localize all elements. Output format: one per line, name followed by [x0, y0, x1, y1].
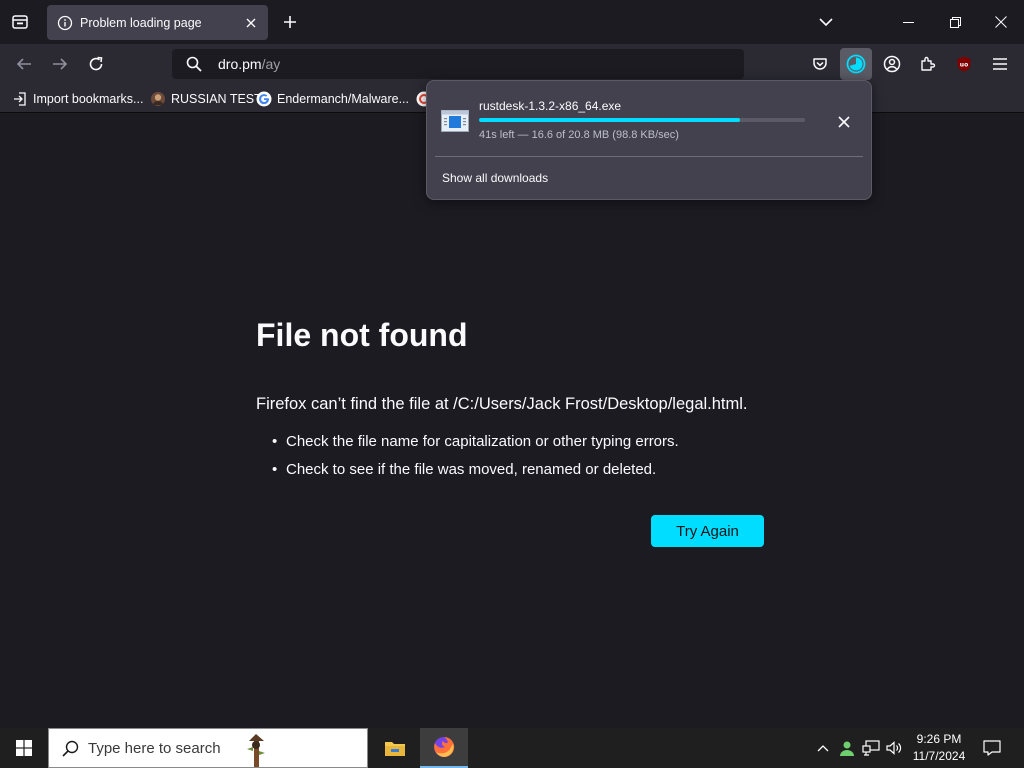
people-icon [840, 741, 854, 756]
close-icon [995, 16, 1007, 28]
notification-icon [983, 740, 1001, 756]
restore-icon [949, 16, 961, 28]
svg-text:uo: uo [960, 62, 968, 69]
chevron-up-icon [817, 745, 829, 752]
error-page: File not found Firefox can’t find the fi… [0, 114, 1024, 728]
list-item: Check the file name for capitalization o… [272, 432, 679, 460]
bookmark-russian-test[interactable]: RUSSIAN TEST [150, 89, 262, 109]
download-filename[interactable]: rustdesk-1.3.2-x86_64.exe [479, 99, 621, 113]
close-icon [838, 116, 850, 128]
site-favicon-icon [150, 91, 166, 107]
network-tray-button[interactable] [861, 728, 881, 768]
account-button[interactable] [876, 48, 908, 80]
downloads-button[interactable] [840, 48, 872, 80]
download-progress-fill [479, 118, 740, 122]
error-description: Firefox can’t find the file at /C:/Users… [256, 395, 748, 413]
puzzle-icon [921, 56, 936, 71]
navigation-toolbar: dro.pm/ay uo [0, 44, 1024, 84]
download-status: 41s left — 16.6 of 20.8 MB (98.8 KB/sec) [479, 129, 679, 141]
chevron-down-icon [819, 18, 833, 27]
search-placeholder: Type here to search [88, 739, 221, 757]
bookmark-endermanch-malware[interactable]: Endermanch/Malware... [256, 89, 409, 109]
address-bar[interactable]: dro.pm/ay [172, 49, 744, 79]
error-title: File not found [256, 317, 468, 353]
reload-icon [89, 56, 103, 71]
exe-file-icon [441, 110, 469, 132]
download-progress-bar [479, 118, 805, 122]
ublock-origin-icon: uo [957, 56, 971, 72]
start-button[interactable] [0, 728, 48, 768]
speaker-icon [886, 741, 902, 755]
new-tab-button[interactable] [276, 8, 304, 36]
people-tray-button[interactable] [836, 728, 858, 768]
taskbar-clock[interactable]: 9:26 PM 11/7/2024 [905, 731, 973, 765]
url-text: dro.pm/ay [218, 56, 280, 72]
info-icon [57, 15, 73, 31]
close-window-button[interactable] [978, 0, 1024, 44]
bookmark-import[interactable]: Import bookmarks... [12, 89, 143, 109]
arrow-right-icon [53, 58, 68, 70]
arrow-left-icon [16, 58, 31, 70]
show-hidden-icons-button[interactable] [814, 728, 832, 768]
network-icon [862, 740, 880, 756]
extensions-button[interactable] [912, 48, 944, 80]
bookmark-label: Endermanch/Malware... [277, 92, 410, 106]
search-icon [61, 739, 79, 757]
bookmark-label: RUSSIAN TEST [171, 92, 262, 106]
search-highlight-illustration-icon [247, 734, 265, 767]
pocket-button[interactable] [804, 48, 836, 80]
ublock-origin-button[interactable]: uo [948, 48, 980, 80]
taskbar-search-box[interactable]: Type here to search [48, 728, 368, 768]
close-tab-icon[interactable] [242, 14, 260, 32]
volume-tray-button[interactable] [884, 728, 904, 768]
url-host: dro.pm [218, 56, 262, 72]
firefox-icon [434, 736, 455, 757]
search-icon [185, 55, 203, 73]
tab-problem-loading-page[interactable]: Problem loading page [47, 5, 268, 40]
minimize-icon [902, 21, 914, 23]
cancel-download-button[interactable] [830, 108, 858, 136]
restore-button[interactable] [932, 0, 978, 44]
clock-date: 11/7/2024 [912, 749, 966, 763]
browser-window: Problem loading page dro.pm/ay uo Import… [0, 0, 1024, 768]
plus-icon [284, 16, 296, 28]
pocket-icon [813, 58, 827, 70]
hamburger-menu-icon [993, 58, 1007, 70]
firefox-view-button[interactable] [4, 6, 36, 38]
download-progress-icon [846, 54, 866, 74]
show-all-downloads-button[interactable]: Show all downloads [442, 171, 548, 185]
bookmark-label: Import bookmarks... [33, 92, 144, 106]
url-path: /ay [261, 56, 281, 72]
downloads-panel: rustdesk-1.3.2-x86_64.exe 41s left — 16.… [426, 80, 872, 200]
google-icon [256, 91, 272, 107]
account-icon [883, 55, 901, 73]
forward-button[interactable] [44, 48, 76, 80]
error-suggestions: Check the file name for capitalization o… [272, 432, 679, 488]
firefox-view-icon [12, 15, 28, 29]
clock-time: 9:26 PM [916, 732, 962, 746]
tab-strip: Problem loading page [0, 0, 1024, 44]
file-explorer-button[interactable] [372, 728, 418, 768]
back-button[interactable] [8, 48, 40, 80]
taskbar: Type here to search 9:26 PM 11/7/2024 [0, 728, 1024, 768]
list-item: Check to see if the file was moved, rena… [272, 460, 679, 488]
reload-button[interactable] [80, 48, 112, 80]
minimize-button[interactable] [885, 0, 931, 44]
tab-title: Problem loading page [80, 15, 202, 30]
application-menu-button[interactable] [984, 48, 1016, 80]
separator [435, 156, 863, 157]
list-all-tabs-button[interactable] [812, 8, 840, 36]
folder-icon [385, 742, 405, 756]
import-icon [12, 91, 28, 107]
notification-center-button[interactable] [978, 728, 1006, 768]
firefox-taskbar-button[interactable] [420, 728, 468, 768]
windows-logo-icon [16, 740, 32, 756]
try-again-button[interactable]: Try Again [651, 515, 764, 547]
